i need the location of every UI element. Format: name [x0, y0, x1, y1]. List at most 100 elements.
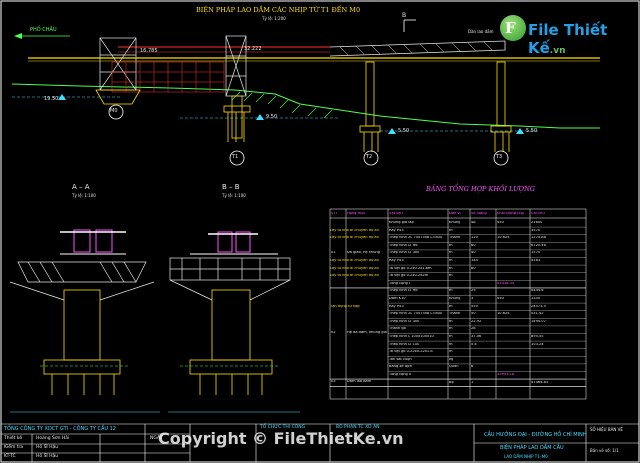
sheet-no: Bản vẽ số: 1/1 — [590, 448, 619, 453]
section-b-scale: Tỷ lệ: 1:100 — [222, 193, 246, 198]
table-cell: 550 — [471, 304, 478, 308]
drawing-subtitle: LAO DẦM NHỊP T1–M0 — [504, 454, 548, 459]
table-cell: m — [449, 350, 453, 354]
table-cell: Thanh gỗ — [389, 327, 406, 331]
table-cell: Tà vẹt gỗ 0.2x0.2x2m — [389, 274, 429, 278]
table-header-cell: Khối lượng (kg) — [497, 212, 525, 215]
table-cell: 28 — [471, 327, 476, 331]
table-cell: 60 — [471, 243, 476, 247]
project-name: CẦU HƯỚNG ĐẠI - ĐƯỜNG HỒ CHÍ MINH — [484, 432, 587, 438]
table-cell: Lấy từ kho đi chuyển dự án — [330, 228, 379, 232]
table-cell: 3570 — [531, 228, 541, 232]
table-cell: 4444.6 — [531, 289, 544, 293]
table-cell: 1274.88 — [531, 236, 546, 240]
table-cell: 531.42 — [531, 312, 544, 316]
table-cell: Quần — [449, 365, 459, 369]
table-group-no: 03 — [331, 380, 336, 384]
table-cell: Tôn sát cuộn — [389, 357, 412, 361]
table-cell: m — [449, 319, 453, 323]
section-a-title: A – A — [72, 183, 90, 191]
table-cell: 1495.07 — [531, 319, 546, 323]
table-cell: Thép hình I2 H6 — [389, 289, 418, 293]
table-cell: Khung — [449, 221, 461, 224]
table-cell: Thép hình I2 100 — [389, 342, 420, 346]
table-header-cell: Vật liệu — [389, 212, 403, 215]
table-cell: 895.55 — [531, 335, 544, 338]
table-cell: m — [449, 259, 453, 262]
table-cell: Lấy từ kho đi chuyển dự án — [330, 259, 379, 262]
table-cell: m — [449, 274, 453, 278]
copyright-watermark: Copyright © FileThietKe.vn — [158, 429, 404, 448]
table-cell: 10.624 — [497, 236, 510, 240]
table-cell: 4163 — [531, 259, 541, 262]
table-cell: 48 — [471, 221, 476, 224]
table-cell: 6 — [471, 365, 474, 369]
table-cell: 24573.5 — [531, 304, 546, 308]
table-cell: Lấy từ kho đi chuyển dự án — [330, 266, 379, 270]
table-cell: Tà vẹt gỗ 0.22x0.22x1.8 — [389, 350, 433, 354]
elevation-2: 32.222 — [244, 46, 262, 52]
table-cell: 1 — [471, 380, 474, 384]
role-1: Thiết kế — [4, 436, 23, 441]
table-cell: m — [449, 228, 453, 232]
table-cell: Thanh — [449, 312, 461, 316]
elevation-1: 16.785 — [140, 48, 158, 54]
name-1: Hoàng Sơn Hải — [36, 436, 70, 441]
table-cell: 450 — [497, 221, 504, 224]
main-scale: Tỷ lệ: 1:200 — [262, 16, 286, 21]
table-group-item: Dầm lao dầm — [347, 380, 372, 384]
section-a-scale: Tỷ lệ: 1:100 — [72, 193, 96, 198]
section-marker: B — [402, 12, 407, 19]
table-cell: kg — [449, 357, 454, 361]
table-header-cell: Đơn vị — [449, 212, 461, 215]
table-cell: Thép hình I2 300 — [389, 319, 420, 323]
pier-label-t3: T3 — [496, 154, 503, 160]
sheet-label: SỐ HIỆU BẢN VẼ — [590, 427, 623, 432]
main-title: BIỆN PHÁP LAO DẦM CÁC NHỊP TỪ T1 ĐẾN M0 — [196, 6, 361, 14]
table-cell: 21600 — [531, 221, 543, 224]
table-cell: 450 — [497, 297, 504, 300]
table-group-no: 02 — [331, 331, 336, 334]
name-3: Hồ Sĩ Hậu — [36, 454, 59, 459]
table-cell: Thép hình I2 300 — [389, 251, 420, 255]
elevation-3: 19.50 — [44, 96, 59, 102]
table-cell: 37.06 — [471, 335, 482, 338]
table-cell: Dầm K10 — [389, 297, 406, 300]
brand-logo: F File Thiết Kế.vn — [498, 12, 622, 57]
table-cell: Tà vẹt gỗ 0.2x0.2x1.8m — [389, 266, 432, 270]
table-cell: Ray P43 — [389, 304, 404, 308]
table-cell: m — [449, 289, 453, 293]
table-header-cell: Hạng mục — [347, 212, 366, 215]
table-cell: 1570 — [531, 251, 541, 255]
table-subtotal-value: 55436.34 — [497, 281, 515, 285]
table-cell: Ray P43 — [389, 228, 404, 232]
table-cell: Bộ — [449, 380, 454, 384]
table-cell: m — [449, 342, 453, 346]
quantity-table: STT Hạng mục Vật liệu Đơn vị Số lượng Khối lư… — [330, 209, 586, 399]
table-cell: 120 — [471, 236, 478, 240]
table-group-item: Đà giáo, hệ khung — [347, 251, 380, 255]
table-subtotal-value: 33993.18 — [497, 373, 515, 376]
company-name: TỔNG CÔNG TY XDCT GTI - CÔNG TY CẦU 12 — [4, 426, 116, 432]
table-header-cell: Số lượng — [471, 212, 487, 215]
name-2: Hồ Sĩ Hậu — [36, 445, 59, 450]
table-cell: Thép hình L 100x100x10 — [389, 335, 434, 338]
logo-text: File Thiết Kế.vn — [528, 21, 608, 57]
table-cell: Lấy từ kho đi chuyển dự án — [330, 274, 379, 278]
table-cell: 10.624 — [497, 312, 510, 316]
table-header-cell: Ghi chú — [531, 212, 545, 215]
table-group-no: 01 — [331, 251, 336, 255]
table-subtotal-label: Tổng cộng II — [389, 373, 412, 376]
role-2: Kiểm tra — [4, 445, 24, 450]
table-cell: 47464.83 — [531, 380, 549, 384]
table-cell: 50 — [471, 312, 476, 316]
elevation-5: 5.50 — [398, 128, 410, 134]
table-cell: m — [449, 266, 453, 270]
table-cell: Ray P43 — [389, 259, 404, 262]
role-3: KT-TC — [4, 454, 16, 459]
table-cell: 144 — [471, 259, 478, 262]
table-header-cell: STT — [331, 212, 338, 215]
table-cell: m — [449, 243, 453, 247]
section-b-title: B – B — [222, 183, 240, 191]
table-cell: Lấy từ kho đi chuyển dự án — [330, 236, 379, 240]
